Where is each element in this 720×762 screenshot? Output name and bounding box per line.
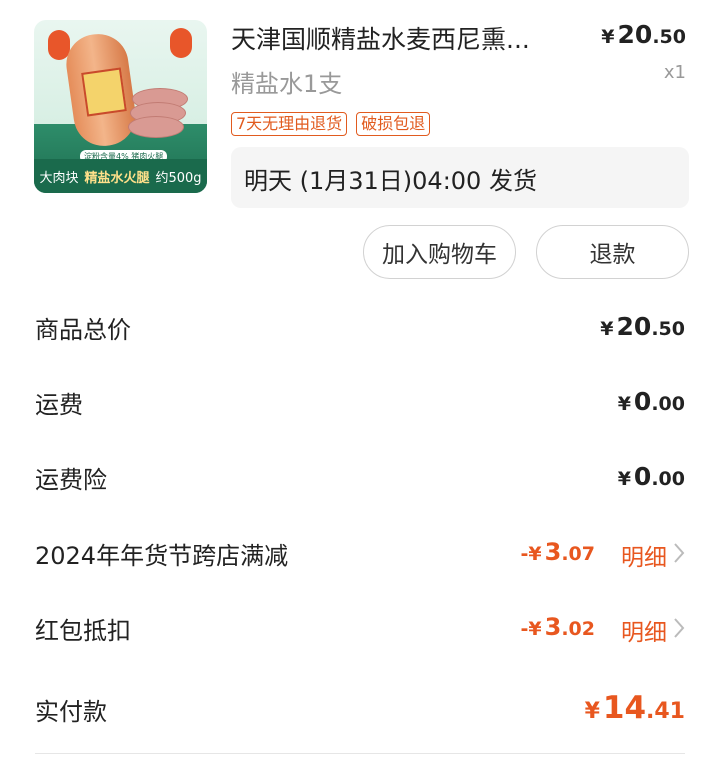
image-banner: 大肉块 精盐水火腿 约500g (34, 159, 207, 193)
row-label: 商品总价 (35, 316, 131, 344)
service-tags: 7天无理由退货 破损包退 (231, 112, 431, 136)
banner-left: 大肉块 (39, 170, 79, 186)
row-label: 2024年年货节跨店满减 (35, 542, 289, 570)
currency-symbol: ¥ (601, 26, 615, 48)
price-dec: .50 (652, 26, 686, 48)
row-paid-amount: 实付款 ¥14.41 (35, 690, 685, 732)
row-shipping-insurance: 运费险 ¥0.00 (35, 460, 685, 500)
product-title[interactable]: 天津国顺精盐水麦西尼熏... (231, 20, 530, 56)
banner-main: 精盐水火腿 (84, 170, 150, 186)
row-shipping-fee: 运费 ¥0.00 (35, 385, 685, 425)
product-spec: 精盐水1支 (231, 70, 343, 98)
row-value: ¥0.00 (617, 462, 685, 491)
tag-no-reason-return[interactable]: 7天无理由退货 (231, 112, 348, 136)
total-value: ¥14.41 (584, 690, 685, 726)
shipping-text: 明天 (1月31日)04:00 发货 (244, 167, 537, 195)
row-festival-discount[interactable]: 2024年年货节跨店满减 -¥ 3.07 明细 (35, 536, 685, 576)
lantern-icon (170, 28, 192, 58)
product-price: ¥20.50 (601, 20, 686, 49)
ham-label-graphic (81, 67, 127, 117)
chevron-right-icon[interactable] (673, 617, 685, 639)
row-value: -¥ 3.07 (520, 538, 595, 566)
price-int: 20 (617, 20, 653, 49)
banner-right: 约500g (155, 170, 202, 186)
row-label: 运费险 (35, 466, 107, 494)
detail-link[interactable]: 明细 (621, 538, 667, 572)
add-to-cart-button[interactable]: 加入购物车 (363, 225, 516, 279)
chevron-right-icon[interactable] (673, 542, 685, 564)
product-quantity: x1 (663, 62, 686, 83)
ham-slice-graphic (128, 116, 184, 138)
row-value: ¥0.00 (617, 387, 685, 416)
shipping-info: 明天 (1月31日)04:00 发货 (231, 147, 689, 208)
detail-link[interactable]: 明细 (621, 613, 667, 647)
row-label: 实付款 (35, 698, 107, 726)
row-label: 运费 (35, 391, 83, 419)
divider (35, 753, 685, 754)
row-goods-total: 商品总价 ¥20.50 (35, 310, 685, 350)
refund-button[interactable]: 退款 (536, 225, 689, 279)
product-image[interactable]: 淀粉含量4% 猪肉火腿 大肉块 精盐水火腿 约500g (34, 20, 207, 193)
row-value: -¥ 3.02 (520, 613, 595, 641)
row-red-packet[interactable]: 红包抵扣 -¥ 3.02 明细 (35, 611, 685, 651)
row-label: 红包抵扣 (35, 617, 131, 645)
tag-damage-refund[interactable]: 破损包退 (356, 112, 431, 136)
row-value: ¥20.50 (600, 312, 685, 341)
